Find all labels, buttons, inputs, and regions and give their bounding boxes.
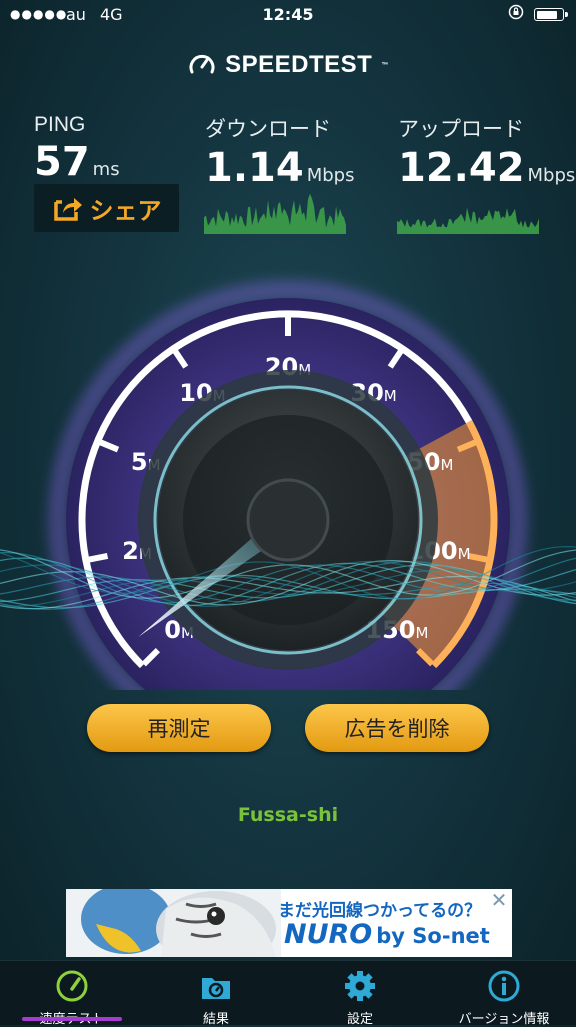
- gear-icon: [345, 971, 375, 1001]
- ad-banner[interactable]: まだ光回線つかってるの？ NURO by So-net ✕: [66, 889, 512, 957]
- results-folder-icon: [202, 978, 230, 999]
- trademark: ™: [381, 61, 389, 69]
- download-sparkline: [204, 193, 346, 234]
- upload-metric: アップロード 12.42 Mbps: [398, 113, 575, 188]
- tab-results[interactable]: 結果: [144, 961, 288, 1027]
- gauge-tick: [467, 552, 489, 563]
- download-label: ダウンロード: [205, 118, 331, 141]
- battery-icon: [534, 8, 568, 21]
- tab-version-info[interactable]: バージョン情報: [432, 961, 576, 1027]
- ad-by: by So-net: [376, 924, 490, 948]
- ping-label: PING: [34, 113, 86, 136]
- upload-unit: Mbps: [527, 165, 576, 186]
- upload-label: アップロード: [398, 118, 524, 141]
- needle-pivot: [246, 478, 330, 562]
- tab-speed-test[interactable]: 速度テスト: [0, 961, 144, 1027]
- tab-label: 設定: [346, 1012, 373, 1027]
- ping-value: 57: [34, 139, 90, 185]
- download-metric: ダウンロード 1.14 Mbps: [205, 113, 354, 188]
- app-title: SPEEDTEST: [225, 51, 373, 78]
- tab-label: 結果: [202, 1012, 229, 1027]
- remove-ads-button[interactable]: 広告を削除: [305, 704, 489, 752]
- upload-sparkline: [397, 207, 539, 234]
- ad-bird-image: [66, 889, 281, 957]
- speedometer-logo-icon: [189, 54, 215, 74]
- gauge-tick: [87, 552, 109, 563]
- sparkline-area: [397, 207, 539, 234]
- upload-value: 12.42: [398, 145, 525, 191]
- status-time: 12:45: [262, 5, 314, 24]
- tab-label: バージョン情報: [458, 1012, 550, 1027]
- server-location: Fussa-shi: [237, 804, 339, 826]
- share-label: シェア: [89, 196, 162, 225]
- ad-headline: まだ光回線つかってるの？: [278, 901, 482, 921]
- close-icon[interactable]: ✕: [488, 890, 510, 912]
- ping-metric: PING 57 ms: [34, 113, 120, 182]
- info-icon: [488, 970, 520, 1002]
- orientation-lock-icon: [508, 4, 524, 24]
- speedtest-logo: SPEEDTEST ™: [187, 50, 389, 80]
- ad-brand: NURO: [284, 919, 373, 950]
- tab-settings[interactable]: 設定: [288, 961, 432, 1027]
- active-tab-indicator: [22, 1017, 122, 1021]
- app-header: SPEEDTEST ™: [0, 50, 576, 84]
- tab-bar: 速度テスト 結果 設定 バージョン情報: [0, 960, 576, 1027]
- download-unit: Mbps: [306, 165, 355, 186]
- ad-brandline: NURO by So-net: [284, 919, 490, 950]
- ping-unit: ms: [92, 159, 120, 180]
- speed-gauge: 0M2M5M10M20M30M50M100M150M: [0, 280, 576, 690]
- share-button[interactable]: シェア: [34, 184, 179, 232]
- retest-button[interactable]: 再測定: [87, 704, 271, 752]
- speedometer-icon: [56, 970, 88, 1002]
- status-bar: ●●●●● au 4G 12:45: [0, 0, 576, 30]
- share-icon: [53, 198, 82, 221]
- sparkline-area: [204, 193, 346, 234]
- download-value: 1.14: [205, 145, 304, 191]
